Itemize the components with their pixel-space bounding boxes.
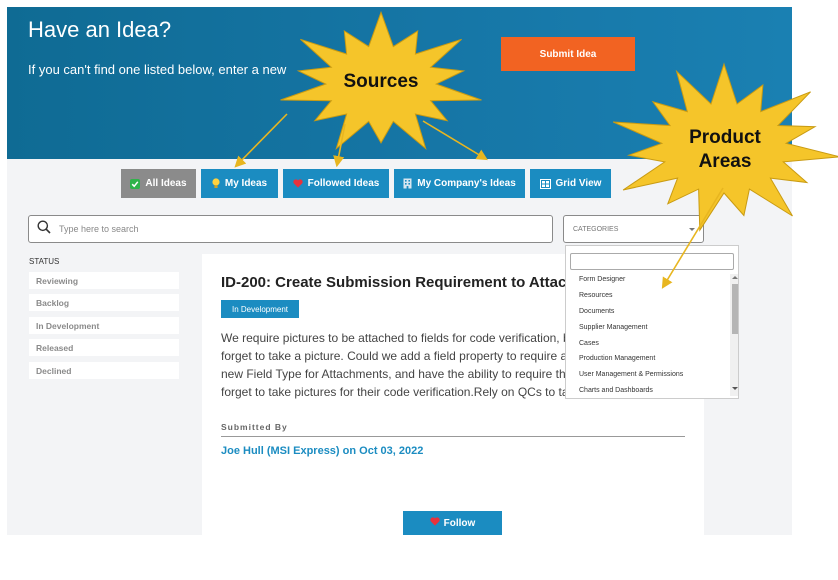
status-badge: In Development (221, 300, 299, 318)
category-option[interactable]: Charts and Dashboards (579, 387, 653, 394)
building-icon (403, 178, 412, 189)
tab-label: My Company's Ideas (417, 178, 516, 189)
status-heading: STATUS (29, 257, 60, 266)
follow-label: Follow (443, 517, 476, 529)
category-option[interactable]: Form Designer (579, 276, 625, 283)
annotation-line: Areas (698, 151, 752, 172)
status-item-backlog[interactable]: Backlog (29, 294, 179, 311)
heart-icon (292, 179, 303, 188)
scroll-up-icon[interactable] (732, 276, 738, 279)
category-option[interactable]: User Management & Permissions (579, 371, 683, 378)
category-option[interactable]: Documents (579, 308, 614, 315)
submitted-by-label: Submitted By (221, 422, 288, 432)
category-option[interactable]: Supplier Management (579, 324, 648, 331)
chevron-down-icon (689, 228, 695, 231)
status-item-in-development[interactable]: In Development (29, 317, 179, 334)
tab-label: Grid View (555, 178, 602, 189)
search-input[interactable] (59, 224, 529, 234)
search-box (28, 215, 553, 243)
tab-my-ideas[interactable]: My Ideas (201, 169, 278, 198)
category-filter-input[interactable] (570, 253, 734, 270)
submit-idea-button[interactable]: Submit Idea (501, 37, 635, 71)
follow-button[interactable]: Follow (403, 511, 502, 535)
category-option[interactable]: Cases (579, 340, 599, 347)
category-option[interactable]: Resources (579, 292, 612, 299)
page: Have an Idea? If you can't find one list… (0, 0, 838, 580)
status-item-released[interactable]: Released (29, 339, 179, 356)
tab-label: All Ideas (145, 178, 187, 189)
categories-label: CATEGORIES (573, 225, 619, 233)
category-option[interactable]: Production Management (579, 355, 655, 362)
tab-label: My Ideas (224, 178, 268, 189)
status-item-declined[interactable]: Declined (29, 362, 179, 379)
hero-title: Have an Idea? (28, 17, 172, 42)
tab-grid-view[interactable]: Grid View (530, 169, 611, 198)
categories-select[interactable]: CATEGORIES (563, 215, 704, 243)
hero-subtitle: If you can't find one listed below, ente… (28, 62, 287, 77)
product-areas-annotation-label: Product Areas (668, 126, 782, 174)
tab-all-ideas[interactable]: All Ideas (121, 169, 196, 198)
check-icon (130, 178, 141, 189)
divider (221, 436, 685, 437)
idea-title[interactable]: ID-200: Create Submission Requirement to… (221, 274, 576, 291)
sources-annotation-label: Sources (343, 71, 419, 92)
search-icon (37, 220, 51, 239)
lightbulb-icon (212, 178, 220, 189)
scrollbar-thumb[interactable] (732, 284, 738, 334)
heart-icon (429, 517, 440, 529)
tab-my-companys-ideas[interactable]: My Company's Ideas (394, 169, 525, 198)
status-item-reviewing[interactable]: Reviewing (29, 272, 179, 289)
scroll-down-icon[interactable] (732, 387, 738, 390)
grid-icon (539, 178, 551, 189)
author-link[interactable]: Joe Hull (MSI Express) on Oct 03, 2022 (221, 445, 423, 457)
tab-label: Followed Ideas (307, 178, 380, 189)
annotation-line: Product (689, 127, 761, 148)
categories-dropdown: Form Designer Resources Documents Suppli… (565, 245, 739, 399)
tab-followed-ideas[interactable]: Followed Ideas (283, 169, 389, 198)
